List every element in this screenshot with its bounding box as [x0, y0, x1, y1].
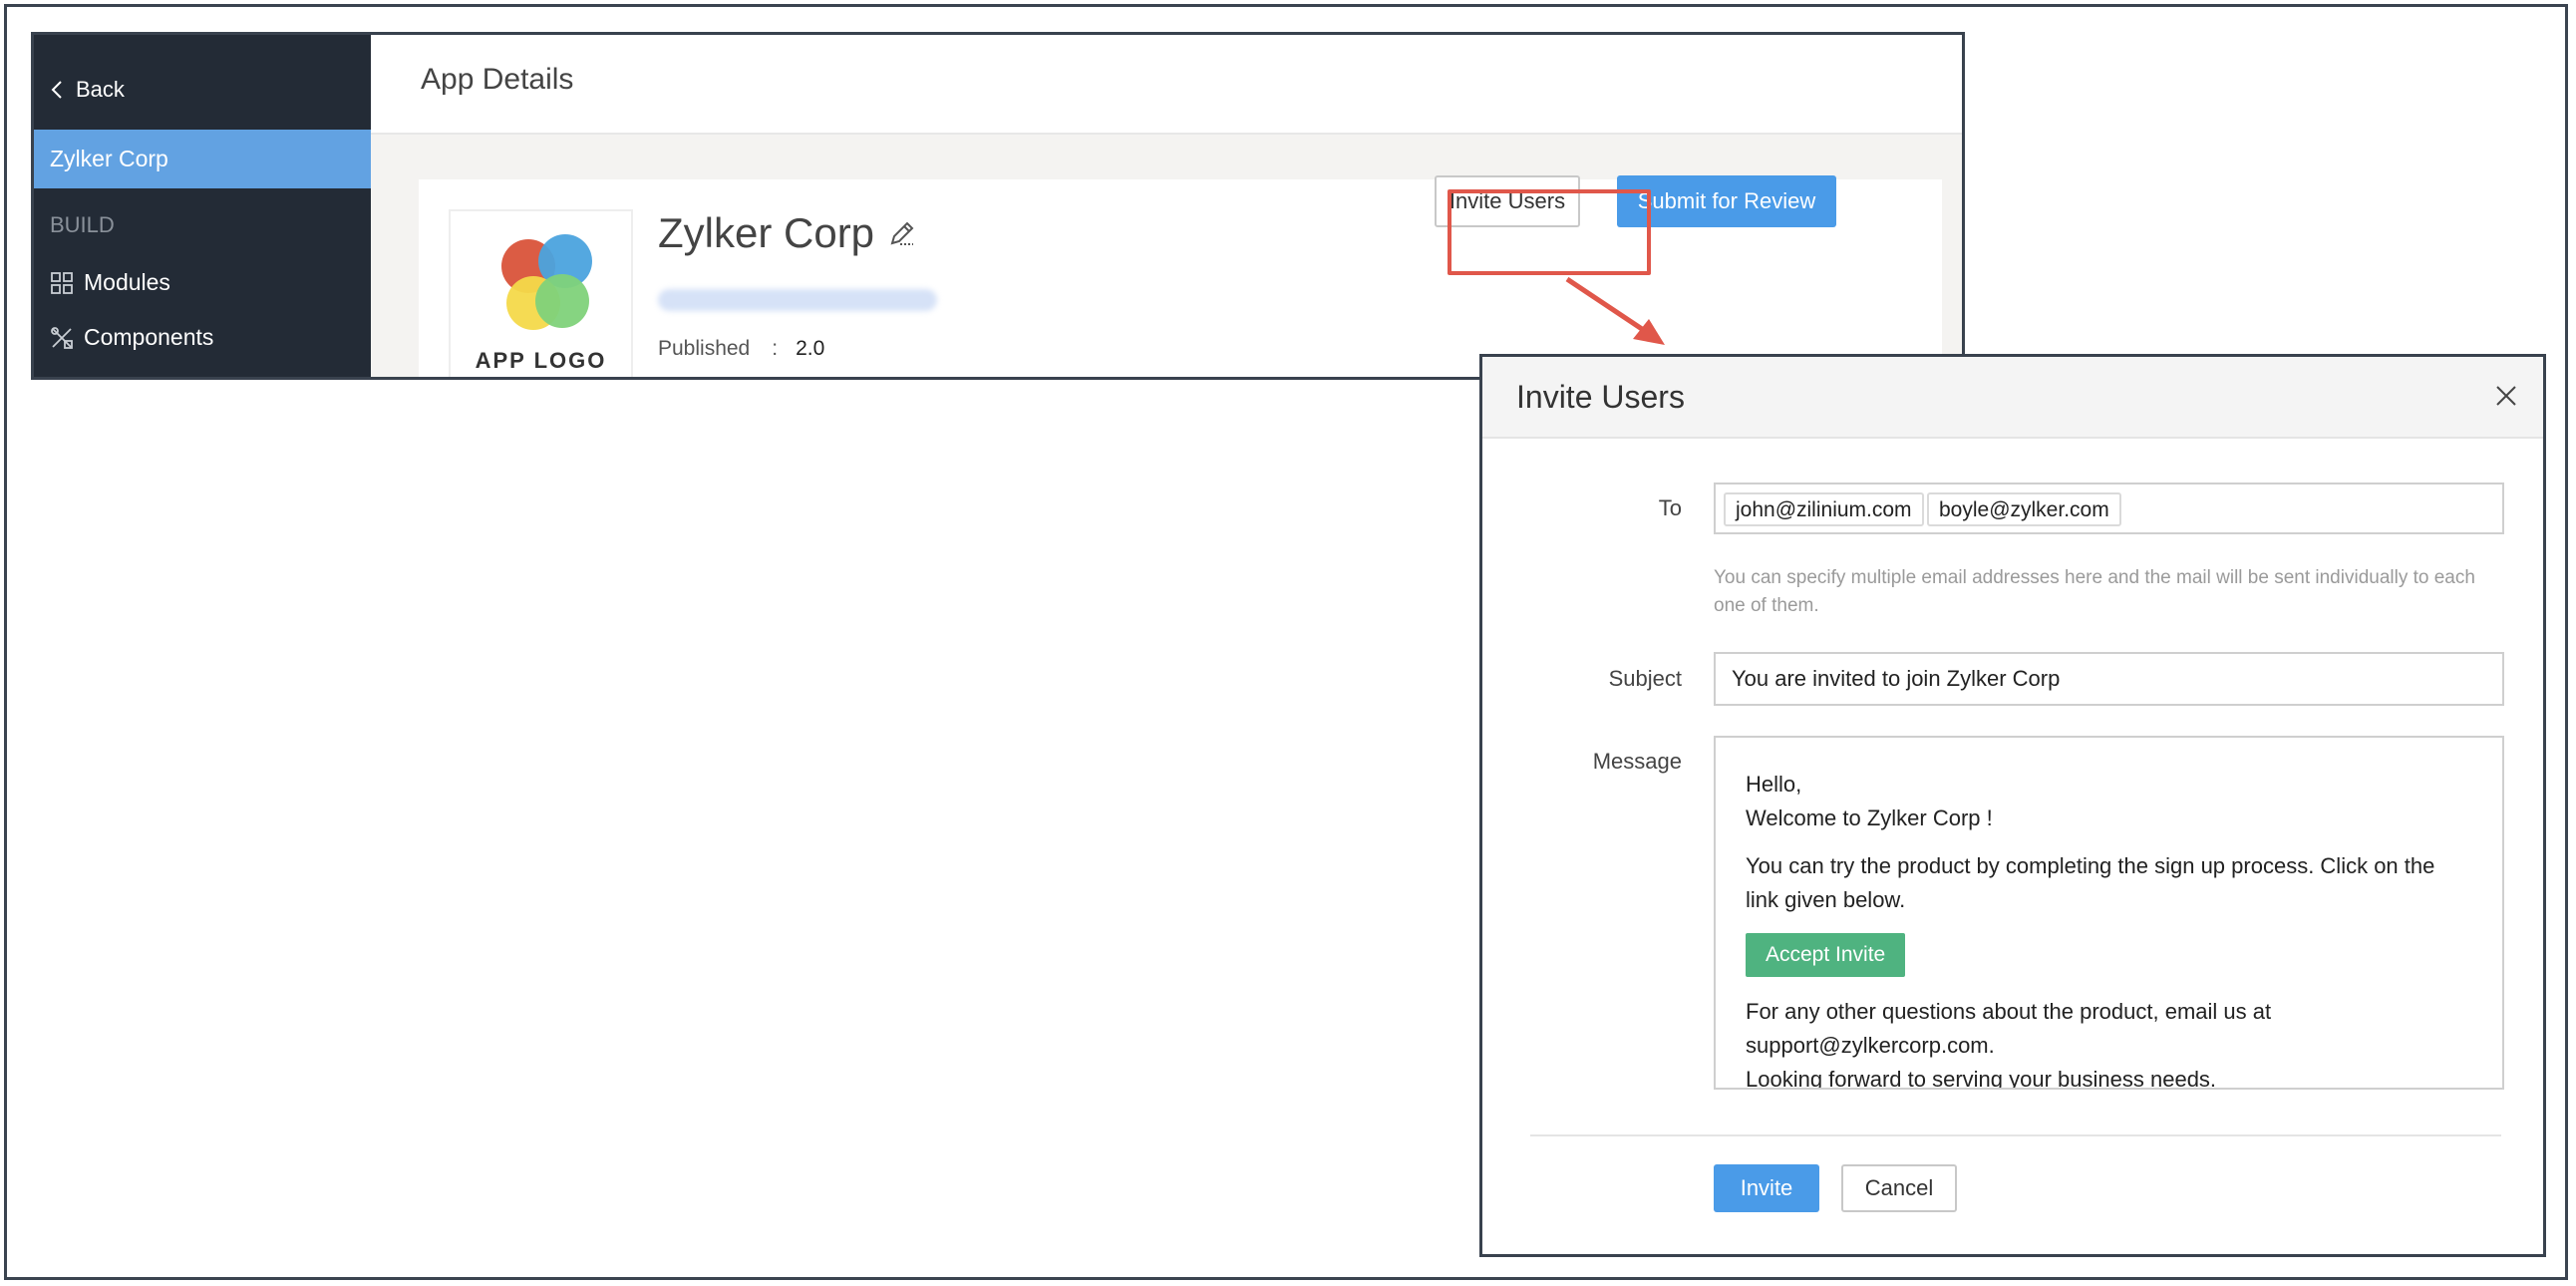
dialog-title: Invite Users — [1516, 379, 1685, 415]
highlight-box — [1448, 189, 1651, 275]
invite-users-dialog: Invite Users To john@zilinium.com boyle@… — [1479, 354, 2546, 1257]
dialog-divider — [1530, 1134, 2501, 1136]
recipient-chip[interactable]: john@zilinium.com — [1724, 492, 1924, 526]
message-body: You can try the product by completing th… — [1746, 853, 2435, 912]
subject-input[interactable] — [1714, 652, 2504, 706]
back-label: Back — [76, 77, 125, 102]
annotation-arrow — [1565, 276, 1665, 345]
app-logo-caption: APP LOGO — [475, 348, 607, 373]
published-info: Published:2.0 — [658, 337, 824, 361]
subject-label: Subject — [1608, 666, 1682, 691]
dialog-header: Invite Users — [1482, 357, 2543, 439]
accept-invite-button[interactable]: Accept Invite — [1746, 933, 1906, 977]
page-title: App Details — [421, 63, 574, 96]
cancel-button[interactable]: Cancel — [1841, 1164, 1957, 1212]
message-questions: For any other questions about the produc… — [1746, 999, 2272, 1058]
sidebar-item-modules[interactable]: Modules — [50, 269, 170, 296]
message-editor[interactable]: Hello, Welcome to Zylker Corp ! You can … — [1714, 736, 2504, 1090]
sidebar-item-components[interactable]: Components — [50, 324, 213, 351]
back-link[interactable]: Back — [50, 77, 125, 103]
sidebar-item-label: Modules — [84, 269, 170, 295]
main-header: App Details — [371, 35, 1962, 135]
message-greeting: Hello, — [1746, 772, 1802, 797]
sidebar-item-zylker-corp[interactable]: Zylker Corp — [34, 130, 371, 188]
pencil-icon[interactable] — [888, 219, 916, 247]
to-field[interactable]: john@zilinium.com boyle@zylker.com — [1714, 482, 2504, 534]
invite-button[interactable]: Invite — [1714, 1164, 1819, 1212]
recipient-chip[interactable]: boyle@zylker.com — [1927, 492, 2121, 526]
sidebar-section-build: BUILD — [50, 212, 115, 237]
app-name-text: Zylker Corp — [658, 209, 875, 256]
to-label: To — [1658, 495, 1682, 520]
to-hint: You can specify multiple email addresses… — [1714, 567, 2475, 616]
modules-icon — [51, 271, 73, 294]
message-closing: Looking forward to serving your business… — [1746, 1067, 2217, 1090]
sidebar-item-label: Components — [84, 324, 214, 350]
close-icon[interactable] — [2491, 381, 2521, 411]
published-label: Published — [658, 337, 751, 360]
app-logo-icon — [501, 234, 592, 330]
message-label: Message — [1592, 749, 1682, 774]
app-name: Zylker Corp — [658, 209, 916, 257]
blurred-email — [658, 289, 937, 311]
published-separator: : — [772, 337, 779, 360]
chevron-left-icon — [51, 81, 62, 99]
message-welcome: Welcome to Zylker Corp ! — [1746, 805, 1993, 830]
sidebar: Back Zylker Corp BUILD Modules Component… — [34, 35, 371, 377]
published-version: 2.0 — [796, 337, 825, 360]
app-logo: APP LOGO — [449, 209, 633, 377]
components-icon — [51, 326, 73, 349]
